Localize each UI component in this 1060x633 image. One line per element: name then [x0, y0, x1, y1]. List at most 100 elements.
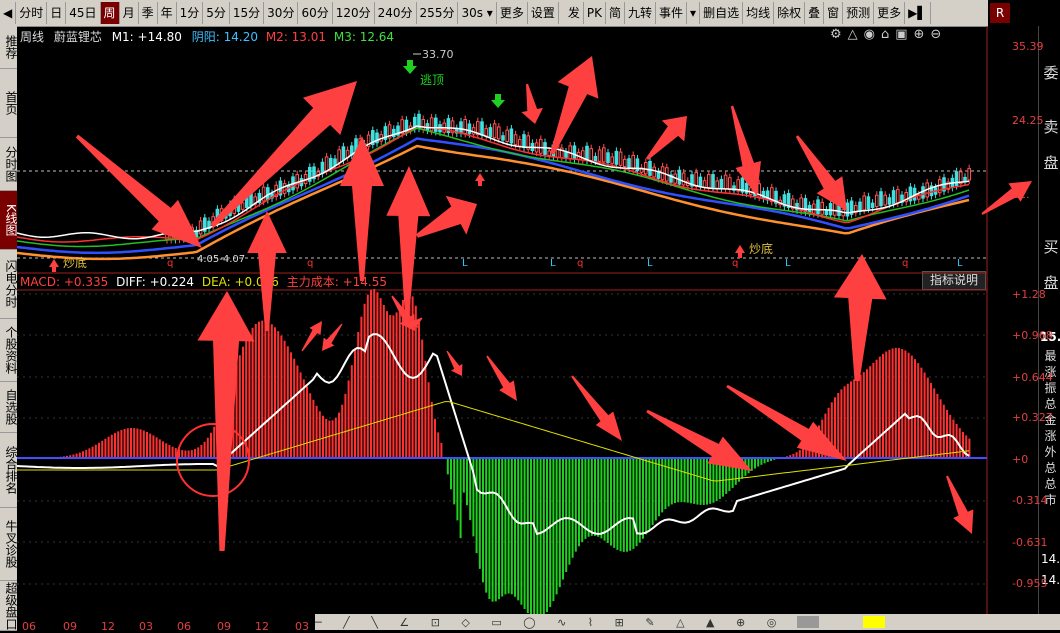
nav-diagnosis[interactable]: 牛叉诊股	[0, 508, 18, 581]
signal-marker: q	[167, 258, 173, 269]
r-badge[interactable]: R	[990, 3, 1010, 23]
candle-body	[505, 129, 509, 142]
signal-marker: q	[902, 258, 908, 269]
signal-marker: L	[957, 258, 963, 269]
exright-button[interactable]: 除权	[774, 2, 806, 24]
period-select-30s[interactable]: 30s ▾	[458, 2, 497, 24]
toolbar-jiuzhuan-button[interactable]: 九转	[625, 2, 657, 24]
signal-marker: L	[550, 258, 556, 269]
candle-body	[572, 145, 577, 160]
toolbar-fa-button[interactable]: 发	[565, 2, 584, 24]
nav-timeshare[interactable]: 分时图	[0, 138, 18, 191]
candle-body	[589, 148, 594, 161]
candle-body	[715, 180, 720, 189]
toolbar-jian-button[interactable]: 简	[606, 2, 625, 24]
panel-toggle-icon[interactable]: ◀	[0, 2, 17, 24]
nav-kline[interactable]: K线图	[0, 191, 18, 250]
candle-body	[828, 203, 833, 216]
nav-watchlist[interactable]: 自选股	[0, 382, 18, 433]
x-tick-2: 12	[101, 620, 115, 633]
candle-body	[488, 127, 493, 138]
candle-body	[896, 189, 900, 204]
candle-body	[341, 146, 346, 161]
candle-body	[866, 196, 871, 210]
annotation-arrow	[75, 134, 202, 248]
period-tab-year[interactable]: 年	[158, 2, 177, 24]
x-tick-3: 03	[139, 620, 153, 633]
signal-marker: q	[732, 258, 738, 269]
period-tab-255min[interactable]: 255分	[417, 2, 459, 24]
remove-watchlist-button[interactable]: 删自选	[700, 2, 744, 24]
sell-pan-label: 盘	[1043, 154, 1059, 172]
annotation-arrow	[247, 211, 287, 331]
candle-body	[501, 135, 505, 141]
collapse-right-icon[interactable]: ▶▌	[905, 2, 931, 24]
x-tick-1: 09	[63, 620, 77, 633]
period-tab-60min[interactable]: 60分	[298, 2, 333, 24]
candle-body	[677, 169, 682, 185]
candle-body	[593, 155, 598, 162]
stat-label-total: 总	[1044, 397, 1057, 411]
nav-flash-timeshare[interactable]: 闪电分时	[0, 250, 18, 319]
overlay-button[interactable]: 叠	[805, 2, 825, 24]
nav-recommend[interactable]: 推荐	[0, 26, 18, 69]
forecast-button[interactable]: 预测	[843, 2, 875, 24]
candle-body	[320, 161, 325, 175]
chart-canvas[interactable]: q q L Lq Lq Lq L 33.70 逃顶 炒底 炒底 4.05-4.07	[17, 26, 1038, 630]
candle-body	[644, 162, 648, 175]
more-button[interactable]: 更多	[497, 2, 528, 24]
stat-label-total2: 总	[1044, 461, 1057, 475]
period-tab-day[interactable]: 日	[47, 2, 67, 24]
bottom-arrow-icon-1	[49, 259, 59, 272]
candle-body	[870, 202, 875, 209]
period-tab-week[interactable]: 周	[100, 2, 120, 24]
candle-body	[711, 174, 715, 189]
period-tab-5min[interactable]: 5分	[203, 2, 230, 24]
ma-button[interactable]: 均线	[743, 2, 775, 24]
candle-body	[606, 152, 610, 164]
candle-body	[719, 178, 724, 190]
color-swatch-gray[interactable]	[797, 616, 819, 628]
buy-label: 买	[1043, 238, 1059, 256]
period-tab-240min[interactable]: 240分	[375, 2, 417, 24]
candle-body	[240, 202, 245, 210]
annotation-arrow	[416, 195, 477, 238]
period-tab-quarter[interactable]: 季	[139, 2, 158, 24]
drawing-toolbar[interactable]: ─ ╱ ╲ ∠ ⊡ ◇ ▭ ◯ ∿ ⌇ ⊞ ✎ △ ▲ ⊕ ◎	[315, 614, 1060, 630]
period-tab-month[interactable]: 月	[120, 2, 139, 24]
color-swatch-yellow[interactable]	[863, 616, 885, 628]
toolbar-event-button[interactable]: 事件	[656, 2, 688, 24]
candle-body	[698, 176, 703, 188]
candle-body	[879, 191, 883, 207]
more-right-button[interactable]: 更多	[874, 2, 906, 24]
settings-button[interactable]: 设置	[528, 2, 559, 24]
candle-body	[816, 199, 820, 215]
nav-ranking[interactable]: 综合排名	[0, 433, 18, 508]
toolbar-pk-button[interactable]: PK	[584, 2, 606, 24]
period-tab-fenshi[interactable]: 分时	[16, 2, 48, 24]
period-tab-30min[interactable]: 30分	[264, 2, 299, 24]
window-button[interactable]: 窗	[824, 2, 844, 24]
bottom-arrow-icon-2	[735, 245, 745, 258]
period-tab-15min[interactable]: 15分	[230, 2, 265, 24]
candle-body	[883, 194, 888, 206]
signal-markers: q q L Lq Lq Lq L	[167, 258, 963, 269]
candle-body	[652, 166, 657, 178]
event-dropdown-icon[interactable]: ▾	[687, 2, 701, 24]
period-tab-120min[interactable]: 120分	[333, 2, 375, 24]
candle-body	[198, 220, 203, 235]
nav-stock-info[interactable]: 个股资料	[0, 319, 18, 382]
period-tab-45day[interactable]: 45日	[66, 2, 101, 24]
candle-body	[875, 194, 879, 208]
drawing-tool-icons[interactable]: ─ ╱ ╲ ∠ ⊡ ◇ ▭ ◯ ∿ ⌇ ⊞ ✎ △ ▲ ⊕ ◎	[315, 616, 1060, 629]
candle-body	[728, 177, 732, 191]
period-tab-1min[interactable]: 1分	[177, 2, 204, 24]
signal-marker: q	[577, 258, 583, 269]
annotation-arrow	[446, 350, 463, 376]
candle-body	[459, 121, 463, 134]
nav-home[interactable]: 首页	[0, 69, 18, 138]
nav-level2[interactable]: 超级盘口	[0, 581, 18, 631]
annotation-arrow	[981, 181, 1032, 215]
signal-marker: q	[307, 258, 313, 269]
candle-body	[627, 158, 631, 169]
